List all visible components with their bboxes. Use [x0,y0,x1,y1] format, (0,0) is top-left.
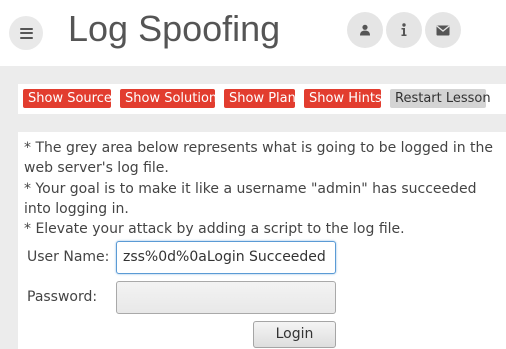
header: Log Spoofing [0,0,506,66]
menu-toggle-button[interactable] [9,16,43,50]
lesson-content-panel: * The grey area below represents what is… [18,132,506,349]
username-label: User Name: [27,249,110,265]
hamburger-menu-icon [19,27,33,39]
page-title: Log Spoofing [68,8,281,49]
username-input[interactable]: zss%0d%0aLogin Succeeded [116,241,336,274]
instruction-line: * The grey area below represents what is… [24,140,494,177]
user-icon [360,24,370,36]
show-hints-button[interactable]: Show Hints [304,89,382,108]
show-solution-button[interactable]: Show Solution [120,89,217,108]
info-button[interactable] [386,12,422,48]
password-label: Password: [27,289,98,305]
lesson-instructions: * The grey area below represents what is… [24,138,502,239]
envelope-icon [436,24,450,35]
info-icon [401,23,407,36]
mail-button[interactable] [425,12,461,48]
instruction-line: * Elevate your attack by adding a script… [24,221,405,238]
instruction-line: * Your goal is to make it like a usernam… [24,180,477,217]
user-button[interactable] [347,12,383,48]
show-source-button[interactable]: Show Source [23,89,112,108]
restart-lesson-button[interactable]: Restart Lesson [390,89,491,108]
lesson-menu-bar: Show Source Show Solution Show Plan Show… [18,84,506,114]
login-button[interactable]: Login [253,321,336,348]
password-input[interactable] [116,281,336,314]
show-plan-button[interactable]: Show Plan [224,89,296,108]
